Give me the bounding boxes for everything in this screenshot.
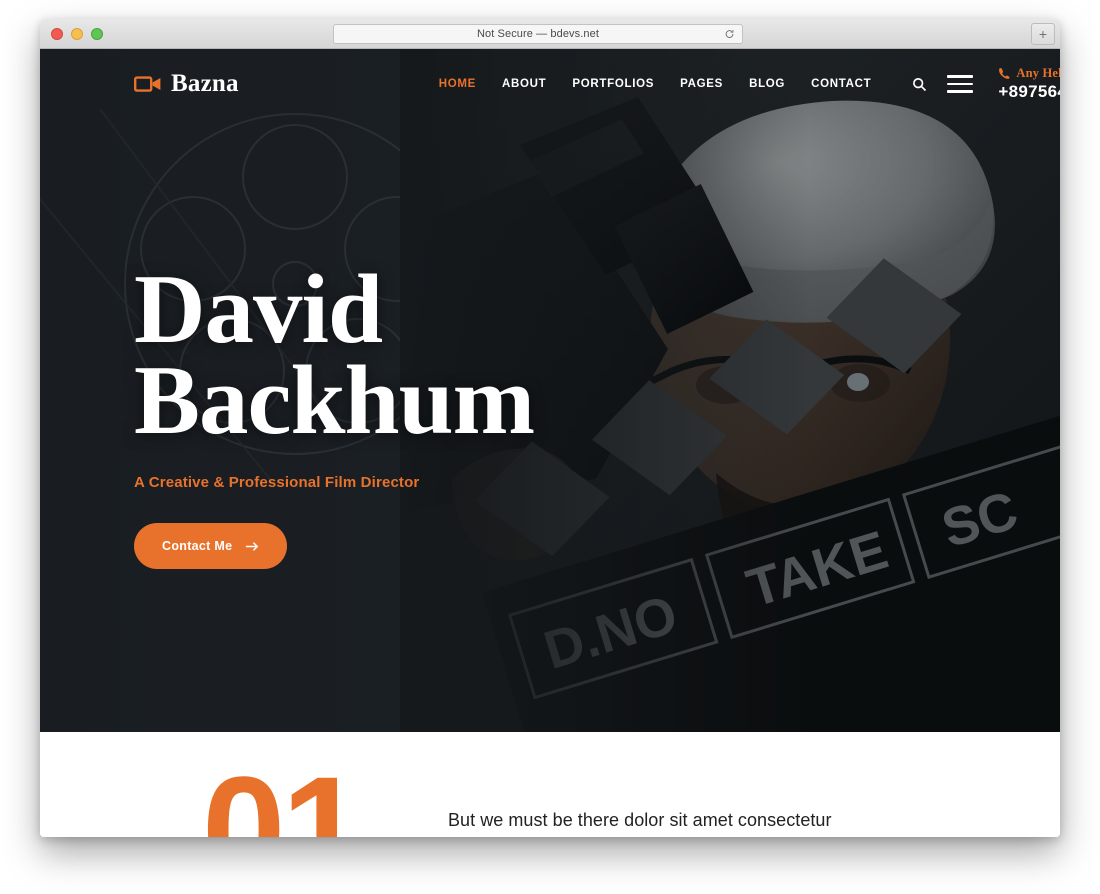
site-logo[interactable]: Bazna	[134, 70, 239, 98]
counter-text: But we must be there dolor sit amet cons…	[448, 810, 832, 830]
nav-item-pages[interactable]: PAGES	[680, 78, 723, 90]
reload-icon[interactable]	[724, 29, 735, 40]
phone-icon	[999, 68, 1010, 80]
hero-content: David Backhum A Creative & Professional …	[134, 260, 535, 570]
nav-item-home[interactable]: HOME	[439, 78, 476, 90]
help-contact-block[interactable]: Any Help ? +89756421301	[998, 66, 1060, 102]
counter-section: 01 But we must be there dolor sit amet c…	[40, 732, 1060, 837]
url-text: Not Secure — bdevs.net	[476, 28, 600, 40]
counter-number: 01	[202, 745, 365, 837]
search-icon[interactable]	[912, 77, 927, 92]
address-bar[interactable]: Not Secure — bdevs.net	[333, 24, 743, 44]
header-tools	[912, 75, 974, 93]
browser-window: Not Secure — bdevs.net + Bazna HOME ABOU…	[40, 19, 1060, 837]
browser-titlebar: Not Secure — bdevs.net +	[40, 19, 1060, 49]
main-navigation: HOME ABOUT PORTFOLIOS PAGES BLOG CONTACT	[439, 78, 872, 90]
new-tab-button[interactable]: +	[1031, 23, 1055, 45]
nav-item-about[interactable]: ABOUT	[502, 78, 546, 90]
hero-title: David Backhum	[134, 260, 535, 456]
close-window-button[interactable]	[51, 27, 63, 40]
site-header: Bazna HOME ABOUT PORTFOLIOS PAGES BLOG C…	[40, 49, 1060, 119]
hamburger-menu-icon[interactable]	[947, 75, 974, 93]
minimize-window-button[interactable]	[71, 27, 83, 40]
nav-item-blog[interactable]: BLOG	[749, 78, 785, 90]
help-label: Any Help ?	[1016, 66, 1060, 81]
nav-item-contact[interactable]: CONTACT	[811, 78, 871, 90]
help-phone-number[interactable]: +89756421301	[998, 82, 1060, 102]
site-logo-text: Bazna	[171, 70, 239, 97]
help-label-row: Any Help ?	[998, 66, 1060, 80]
hero-subtitle: A Creative & Professional Film Director	[134, 474, 420, 492]
contact-me-button[interactable]: Contact Me	[134, 523, 288, 570]
hero-title-line-2: Backhum	[134, 346, 535, 456]
window-traffic-lights	[51, 27, 103, 40]
page-viewport: D.NO TAKE SC Bazna	[40, 49, 1060, 837]
nav-item-portfolios[interactable]: PORTFOLIOS	[572, 78, 654, 90]
arrow-right-icon	[246, 541, 259, 551]
zoom-window-button[interactable]	[91, 27, 103, 40]
video-camera-icon	[134, 76, 161, 92]
contact-me-label: Contact Me	[162, 539, 233, 554]
hero-section: D.NO TAKE SC Bazna	[40, 49, 1060, 732]
